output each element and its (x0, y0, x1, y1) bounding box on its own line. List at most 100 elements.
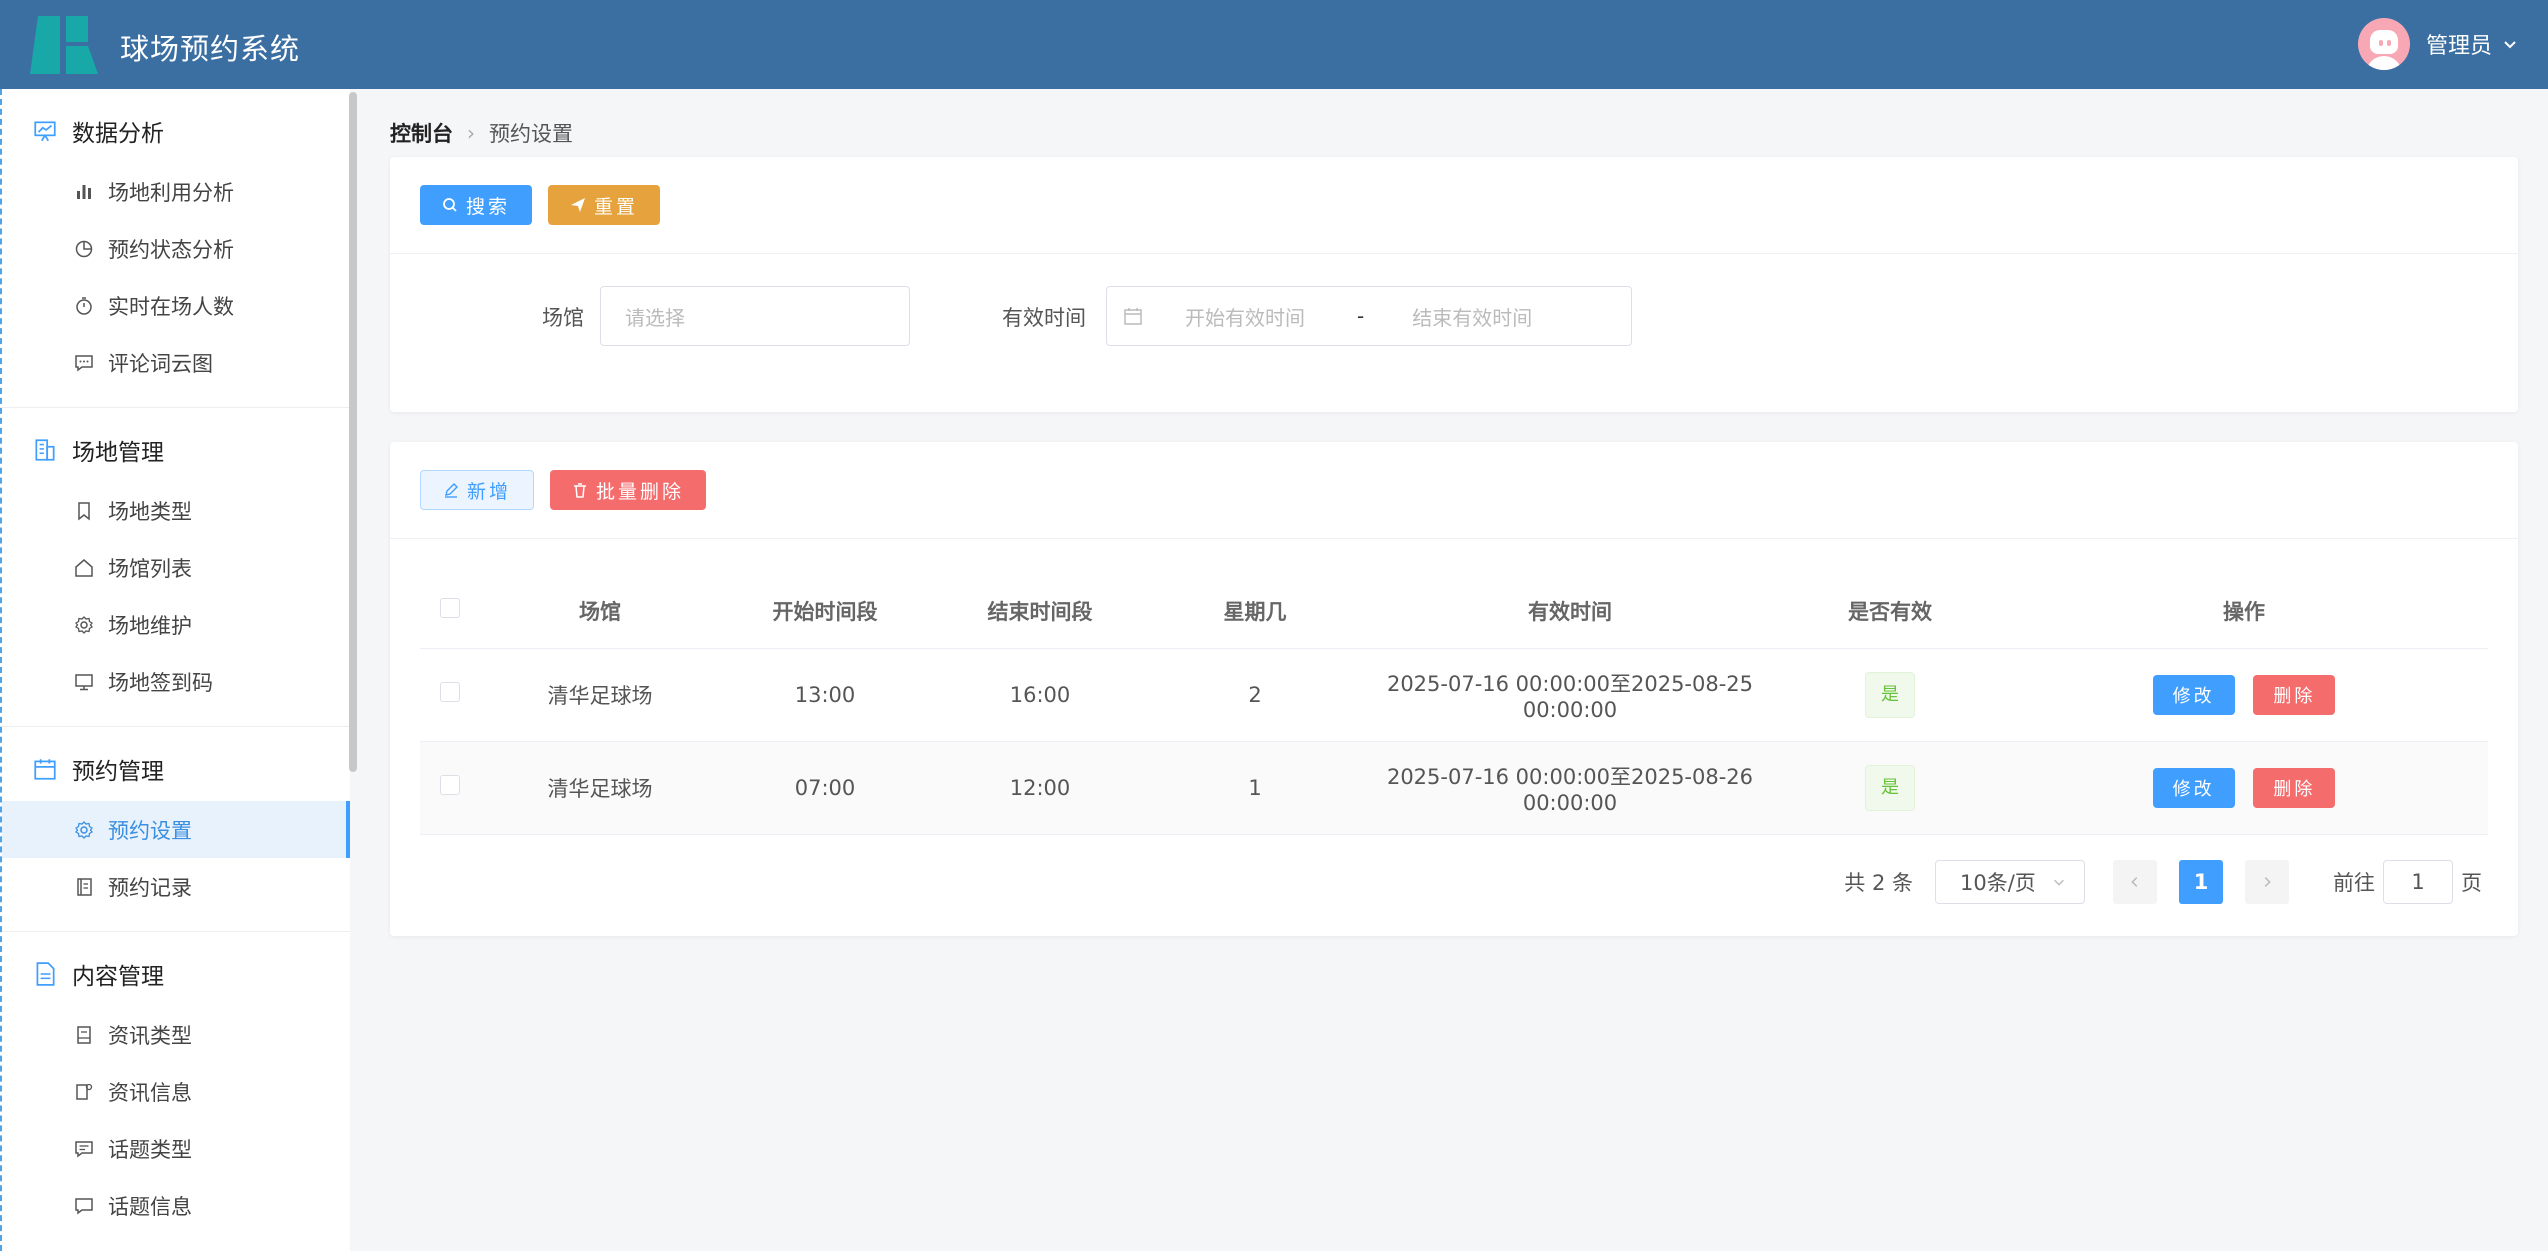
booking-settings-table: 场馆 开始时间段 结束时间段 星期几 有效时间 是否有效 操作 清华足球场 13… (420, 574, 2488, 835)
edit-icon (445, 483, 458, 498)
sidebar-group-title[interactable]: 场地管理 (2, 418, 350, 482)
news-icon (76, 1083, 93, 1100)
add-button[interactable]: 新增 (420, 470, 535, 510)
chat-dots-icon (75, 354, 93, 371)
sidebar-item-news-info[interactable]: 资讯信息 (2, 1063, 350, 1120)
sidebar-item-booking-records[interactable]: 预约记录 (2, 858, 350, 915)
cell-venue: 清华足球场 (480, 648, 720, 742)
sidebar-group-venue: 场地管理 场地类型 场馆列表 场地维护 场地签到码 (2, 407, 350, 726)
column-header: 是否有效 (1780, 574, 2000, 649)
document-icon (36, 962, 55, 986)
total-count: 共 2 条 (1844, 871, 1913, 895)
column-header: 开始时间段 (720, 574, 930, 649)
table-header-row: 场馆 开始时间段 结束时间段 星期几 有效时间 是否有效 操作 (420, 574, 2488, 649)
delete-button[interactable]: 删除 (2253, 767, 2336, 808)
goto-page-input[interactable]: 1 (2383, 860, 2453, 904)
sidebar-item-booking-settings[interactable]: 预约设置 (2, 801, 350, 858)
cell-valid-time: 2025-07-16 00:00:00至2025-08-26 00:00:00 (1360, 741, 1780, 835)
cell-start-time: 13:00 (720, 648, 930, 742)
sidebar-group-title[interactable]: 数据分析 (2, 99, 350, 163)
sidebar-item-topic-info[interactable]: 话题信息 (2, 1177, 350, 1234)
sidebar-item-usage-analysis[interactable]: 场地利用分析 (2, 163, 350, 220)
bookmark-icon (78, 501, 90, 521)
valid-time-range-picker[interactable]: 开始有效时间 - 结束有效时间 (1106, 286, 1632, 346)
sidebar-group-booking: 预约管理 预约设置 预约记录 (2, 726, 350, 931)
sidebar-item-checkin-code[interactable]: 场地签到码 (2, 653, 350, 710)
search-form: 场馆 请选择 有效时间 开始有效时间 - 结束有效时间 (390, 286, 2518, 346)
valid-time-label: 有效时间 (1002, 306, 1086, 330)
sidebar-item-word-cloud[interactable]: 评论词云图 (2, 334, 350, 391)
user-menu[interactable]: 管理员 (2357, 18, 2518, 70)
calendar-icon (34, 759, 56, 780)
sidebar-group-title[interactable]: 内容管理 (2, 942, 350, 1006)
user-name: 管理员 (2425, 34, 2492, 59)
chat-lines-icon (75, 1140, 93, 1157)
row-checkbox[interactable] (440, 775, 460, 795)
sidebar-item-venue-type[interactable]: 场地类型 (2, 482, 350, 539)
presentation-chart-icon (34, 121, 56, 142)
chevron-down-icon (2504, 41, 2516, 49)
goto-suffix: 页 (2461, 871, 2482, 895)
sidebar-item-topic-type[interactable]: 话题类型 (2, 1120, 350, 1177)
valid-status-badge: 是 (1865, 671, 1915, 718)
bar-chart-icon (77, 184, 91, 199)
sidebar-group-title[interactable]: 预约管理 (2, 737, 350, 801)
search-panel: 搜索 重置 场馆 请选择 有效时间 开始有效时间 - 结束有效时间 (390, 157, 2518, 412)
breadcrumb-home[interactable]: 控制台 (390, 118, 453, 148)
delete-button[interactable]: 删除 (2253, 674, 2336, 715)
sidebar-scrollbar[interactable] (349, 92, 357, 772)
chevron-down-icon (2054, 879, 2064, 886)
send-icon (571, 198, 586, 212)
row-checkbox[interactable] (440, 682, 460, 702)
sidebar-item-news-type[interactable]: 资讯类型 (2, 1006, 350, 1063)
column-header: 有效时间 (1360, 574, 1780, 649)
sidebar-group-content: 内容管理 资讯类型 资讯信息 话题类型 话题信息 (2, 931, 350, 1234)
venue-select[interactable]: 请选择 (600, 286, 910, 346)
edit-button[interactable]: 修改 (2152, 674, 2235, 715)
breadcrumb-current: 预约设置 (489, 122, 573, 146)
table-row: 清华足球场 07:00 12:00 1 2025-07-16 00:00:00至… (420, 741, 2488, 835)
reset-button[interactable]: 重置 (548, 185, 661, 225)
goto-prefix: 前往 (2333, 871, 2375, 895)
data-table-panel: 新增 批量删除 场馆 开始时间段 结束时间段 星期几 有效时间 是否有效 操作 (390, 442, 2518, 936)
column-header: 星期几 (1150, 574, 1360, 649)
pie-chart-icon (75, 240, 93, 257)
search-button[interactable]: 搜索 (420, 185, 533, 225)
end-time-input[interactable]: 结束有效时间 (1412, 302, 1532, 331)
trash-icon (574, 483, 587, 498)
sidebar-item-realtime-count[interactable]: 实时在场人数 (2, 277, 350, 334)
notebook-icon (77, 877, 92, 896)
next-page-button[interactable] (2245, 860, 2289, 904)
sidebar-item-venue-maintenance[interactable]: 场地维护 (2, 596, 350, 653)
top-header: 球场预约系统 管理员 (0, 0, 2548, 89)
sidebar: 数据分析 场地利用分析 预约状态分析 实时在场人数 评论词云图 场地管理 场地类… (0, 89, 350, 1251)
page-size-select[interactable]: 10条/页 (1935, 860, 2085, 904)
cell-venue: 清华足球场 (480, 741, 720, 835)
page-number-button[interactable]: 1 (2179, 860, 2223, 904)
range-separator: - (1357, 304, 1365, 328)
column-header: 结束时间段 (930, 574, 1150, 649)
monitor-icon (75, 673, 93, 690)
start-time-input[interactable]: 开始有效时间 (1185, 302, 1345, 331)
house-icon (75, 558, 93, 577)
venue-label: 场馆 (542, 306, 584, 330)
gear-icon (75, 820, 93, 839)
sidebar-item-status-analysis[interactable]: 预约状态分析 (2, 220, 350, 277)
table-toolbar: 新增 批量删除 (390, 442, 2518, 539)
search-icon (443, 198, 457, 212)
notebook-icon (77, 1025, 91, 1044)
table-row: 清华足球场 13:00 16:00 2 2025-07-16 00:00:00至… (420, 648, 2488, 742)
chat-lines-icon (75, 1197, 93, 1214)
batch-delete-button[interactable]: 批量删除 (550, 470, 707, 510)
sidebar-group-analytics: 数据分析 场地利用分析 预约状态分析 实时在场人数 评论词云图 (2, 89, 350, 407)
search-toolbar: 搜索 重置 (390, 157, 2518, 254)
prev-page-button[interactable] (2113, 860, 2157, 904)
column-header: 操作 (2000, 574, 2488, 649)
cell-end-time: 16:00 (930, 648, 1150, 742)
edit-button[interactable]: 修改 (2152, 767, 2235, 808)
sidebar-item-venue-list[interactable]: 场馆列表 (2, 539, 350, 596)
cell-valid-time: 2025-07-16 00:00:00至2025-08-25 00:00:00 (1360, 648, 1780, 742)
select-all-checkbox[interactable] (440, 598, 460, 619)
breadcrumb: 控制台 › 预约设置 (390, 118, 573, 148)
pagination: 共 2 条 10条/页 1 前往 1 页 (1844, 860, 2482, 904)
